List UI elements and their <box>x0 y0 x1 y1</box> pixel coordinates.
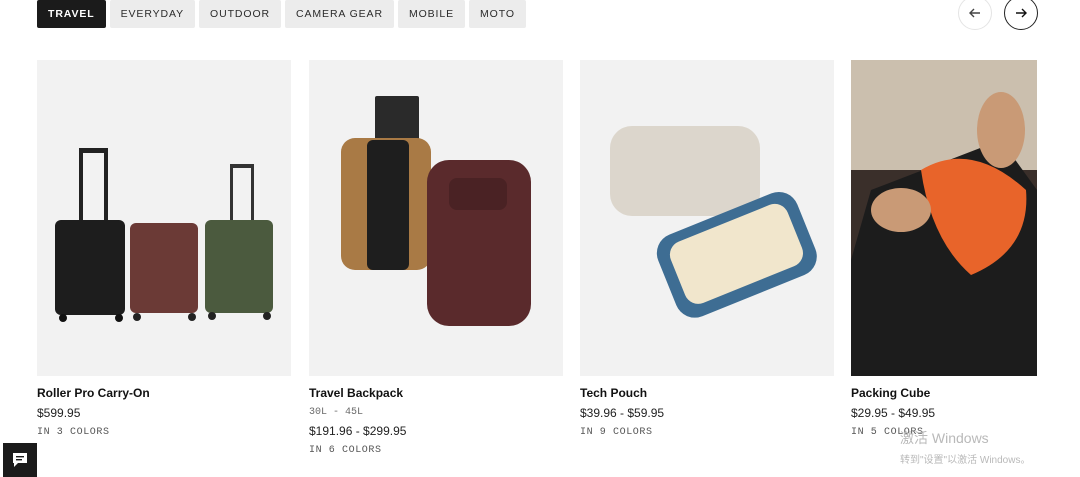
product-price: $29.95 - $49.95 <box>851 406 936 420</box>
product-colors: IN 9 COLORS <box>580 427 653 438</box>
product-card-travel-backpack[interactable]: Travel Backpack 30L - 45L $191.96 - $299… <box>309 60 563 456</box>
product-image-travel-backpack[interactable] <box>309 60 563 376</box>
chat-button[interactable] <box>3 443 37 477</box>
watermark-line-1: 激活 Windows <box>900 430 989 446</box>
luggage-illustration <box>55 148 273 322</box>
tab-moto[interactable]: MOTO <box>469 0 526 28</box>
watermark-line-2: 转到"设置"以激活 Windows。 <box>900 455 1031 466</box>
product-name[interactable]: Packing Cube <box>851 386 1037 400</box>
backpack-illustration <box>341 96 531 326</box>
product-name[interactable]: Roller Pro Carry-On <box>37 386 291 400</box>
tab-travel[interactable]: TRAVEL <box>37 0 106 28</box>
product-price: $191.96 - $299.95 <box>309 424 407 438</box>
tab-mobile[interactable]: MOBILE <box>397 0 466 28</box>
product-name[interactable]: Tech Pouch <box>580 386 834 400</box>
product-card-tech-pouch[interactable]: Tech Pouch $39.96 - $59.95 IN 9 COLORS <box>580 60 834 438</box>
arrow-left-icon <box>969 8 980 18</box>
carousel-prev-button[interactable] <box>958 0 992 30</box>
product-card-roller-pro[interactable]: Roller Pro Carry-On $599.95 IN 3 COLORS <box>37 60 291 438</box>
category-tabs: TRAVEL EVERYDAY OUTDOOR CAMERA GEAR MOBI… <box>37 0 526 28</box>
pouch-illustration <box>610 126 817 318</box>
product-price: $39.96 - $59.95 <box>580 406 665 420</box>
product-name[interactable]: Travel Backpack <box>309 386 563 400</box>
product-colors: IN 3 COLORS <box>37 427 110 438</box>
windows-activation-watermark: 激活 Windows 转到"设置"以激活 Windows。 <box>900 428 1030 466</box>
packing-cube-photo <box>851 60 1037 376</box>
product-price: $599.95 <box>37 406 81 420</box>
chat-icon <box>13 453 27 467</box>
product-capacity: 30L - 45L <box>309 407 364 418</box>
product-image-packing-cube[interactable] <box>851 60 1037 376</box>
product-image-roller-pro[interactable] <box>37 60 291 376</box>
tab-outdoor[interactable]: OUTDOOR <box>199 0 282 28</box>
product-card-packing-cube[interactable]: Packing Cube $29.95 - $49.95 IN 5 COLORS <box>851 60 1037 438</box>
carousel-next-button[interactable] <box>1004 0 1038 30</box>
arrow-right-icon <box>1016 8 1027 18</box>
tab-everyday[interactable]: EVERYDAY <box>109 0 196 28</box>
product-colors: IN 6 COLORS <box>309 445 382 456</box>
product-image-tech-pouch[interactable] <box>580 60 834 376</box>
tab-camera-gear[interactable]: CAMERA GEAR <box>285 0 394 28</box>
